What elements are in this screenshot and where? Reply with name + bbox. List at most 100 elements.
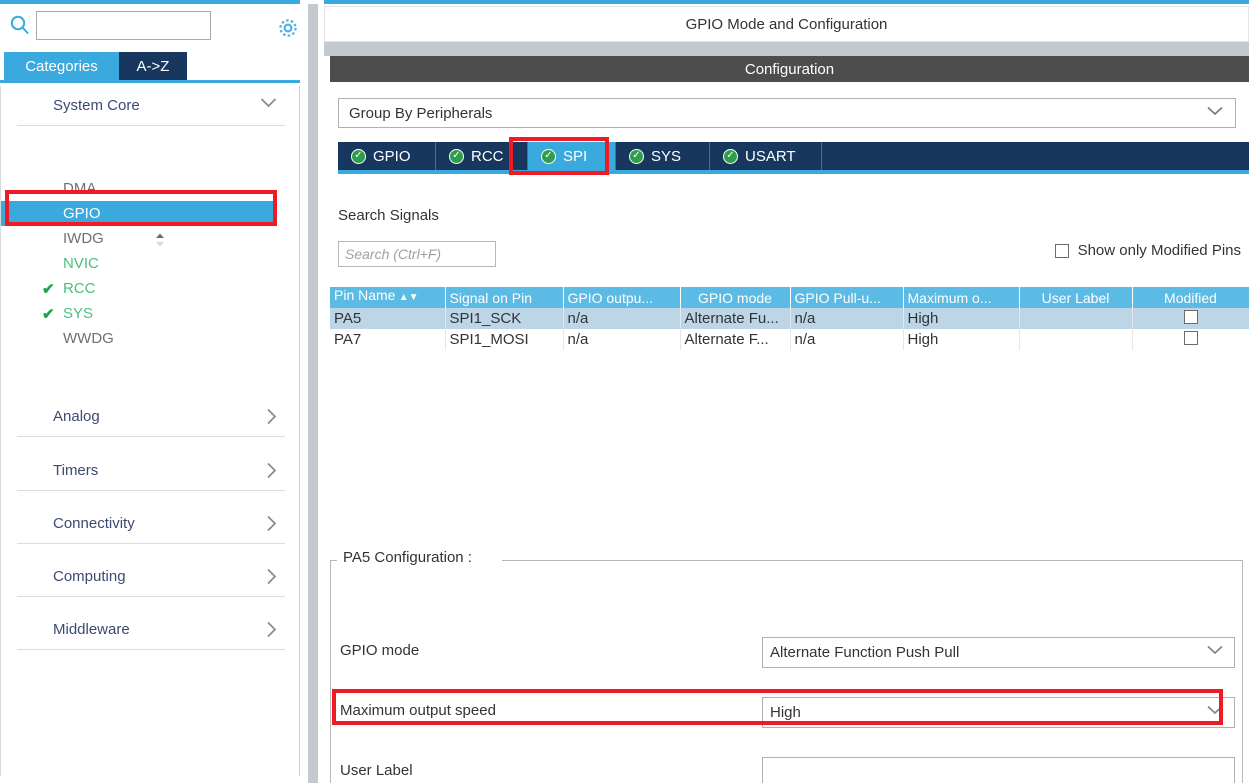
category-header-system-core[interactable]: System Core	[17, 86, 285, 126]
cell-modified[interactable]	[1132, 308, 1249, 329]
peripheral-tab-underline	[338, 170, 1249, 174]
chevron-right-icon	[266, 462, 277, 479]
search-signals-input[interactable]: Search (Ctrl+F)	[338, 241, 496, 267]
cell-maximum-output[interactable]: High	[903, 329, 1020, 350]
chevron-down-icon	[1207, 106, 1223, 116]
check-circle-icon: ✓	[449, 148, 464, 164]
panel-splitter[interactable]	[300, 0, 324, 783]
cell-user-label[interactable]	[1019, 308, 1133, 329]
user-label-input[interactable]	[762, 757, 1235, 783]
cell-user-label[interactable]	[1019, 329, 1133, 350]
chevron-right-icon	[266, 568, 277, 585]
category-system-core: System Core	[1, 86, 301, 126]
check-circle-icon: ✓	[629, 148, 644, 164]
category-timers: Timers	[1, 451, 301, 491]
peripheral-tab-label: SYS	[651, 147, 682, 165]
category-header-middleware[interactable]: Middleware	[17, 610, 285, 650]
cell-gpio-mode[interactable]: Alternate F...	[680, 329, 791, 350]
category-label: System Core	[53, 97, 140, 114]
gear-icon[interactable]	[276, 16, 300, 40]
peripheral-tab-rcc[interactable]: ✓ RCC	[436, 142, 528, 170]
peripheral-tab-sys[interactable]: ✓ SYS	[616, 142, 710, 170]
chevron-down-icon	[1207, 705, 1223, 715]
column-header-maximum-output[interactable]: Maximum o...	[903, 287, 1020, 308]
group-border-left	[331, 560, 337, 561]
sidebar-item-iwdg[interactable]: IWDG	[1, 226, 273, 251]
sidebar-search-input[interactable]	[36, 11, 211, 40]
category-header-connectivity[interactable]: Connectivity	[17, 504, 285, 544]
page-title: GPIO Mode and Configuration	[324, 6, 1249, 42]
config-label-maximum-output-speed: Maximum output speed	[340, 702, 496, 719]
cell-gpio-pull-up[interactable]: n/a	[790, 308, 904, 329]
search-signals-label: Search Signals	[338, 207, 439, 224]
search-icon	[9, 14, 31, 36]
sidebar-item-wwdg[interactable]: WWDG	[1, 326, 273, 351]
cell-gpio-pull-up[interactable]: n/a	[790, 329, 904, 350]
peripheral-tab-gpio[interactable]: ✓ GPIO	[338, 142, 436, 170]
gpio-mode-dropdown[interactable]: Alternate Function Push Pull	[762, 637, 1235, 668]
column-header-modified[interactable]: Modified	[1132, 287, 1249, 308]
sidebar-item-label: DMA	[63, 180, 97, 197]
sidebar-item-dma[interactable]: DMA	[1, 176, 273, 201]
sidebar-item-label: SYS	[63, 305, 94, 322]
category-label: Timers	[53, 462, 99, 479]
splitter-bar[interactable]	[308, 4, 318, 783]
group-by-dropdown[interactable]: Group By Peripherals	[338, 98, 1236, 128]
column-header-pin-name[interactable]: Pin Name ▲▼	[330, 287, 446, 308]
column-header-signal-on-pin[interactable]: Signal on Pin	[445, 287, 564, 308]
sidebar-item-nvic[interactable]: NVIC	[1, 251, 273, 276]
sidebar-item-gpio[interactable]: GPIO	[1, 201, 273, 226]
sidebar-item-sys[interactable]: ✔ SYS	[1, 301, 273, 326]
column-header-user-label[interactable]: User Label	[1019, 287, 1133, 308]
tab-categories[interactable]: Categories	[4, 52, 119, 80]
cell-gpio-mode[interactable]: Alternate Fu...	[680, 308, 791, 329]
sidebar-item-rcc[interactable]: ✔ RCC	[1, 276, 273, 301]
cell-maximum-output[interactable]: High	[903, 308, 1020, 329]
table-row[interactable]: PA5 SPI1_SCK n/a Alternate Fu... n/a Hig…	[330, 308, 1249, 329]
config-row-gpio-mode: GPIO mode Alternate Function Push Pull	[331, 637, 1244, 668]
group-border-right	[502, 560, 1242, 561]
checkbox-icon[interactable]	[1183, 309, 1198, 324]
column-header-gpio-pull-up[interactable]: GPIO Pull-u...	[790, 287, 904, 308]
peripheral-tab-label: USART	[745, 147, 796, 165]
category-header-computing[interactable]: Computing	[17, 557, 285, 597]
category-analog: Analog	[1, 397, 301, 437]
sidebar-search-row	[0, 6, 300, 46]
column-header-gpio-mode[interactable]: GPIO mode	[680, 287, 791, 308]
column-header-gpio-output[interactable]: GPIO outpu...	[563, 287, 681, 308]
chevron-right-icon	[266, 515, 277, 532]
chevron-down-icon	[1207, 645, 1223, 655]
cell-gpio-output[interactable]: n/a	[563, 308, 681, 329]
app-window: Categories A->Z System Core DMA GPIO IWD…	[0, 0, 1249, 783]
sidebar-item-label: NVIC	[63, 255, 99, 272]
cell-pin-name: PA7	[330, 329, 446, 350]
cell-gpio-output[interactable]: n/a	[563, 329, 681, 350]
sort-indicator-icon[interactable]: ▲▼	[399, 287, 419, 308]
checkbox-icon[interactable]	[1054, 243, 1069, 258]
sidebar-panel: Categories A->Z System Core DMA GPIO IWD…	[0, 4, 300, 783]
cell-modified[interactable]	[1132, 329, 1249, 350]
show-modified-pins-label: Show only Modified Pins	[1077, 242, 1241, 259]
column-label: Pin Name	[334, 287, 396, 303]
check-circle-icon: ✓	[351, 148, 366, 164]
tab-a-to-z[interactable]: A->Z	[119, 52, 187, 80]
peripheral-tab-spi[interactable]: ✓ SPI	[528, 142, 616, 170]
config-row-user-label: User Label	[331, 757, 1244, 783]
sidebar-item-label: IWDG	[63, 230, 104, 247]
pin-configuration-group: PA5 Configuration : GPIO mode Alternate …	[330, 549, 1244, 783]
table-row[interactable]: PA7 SPI1_MOSI n/a Alternate F... n/a Hig…	[330, 329, 1249, 350]
pin-configuration-legend: PA5 Configuration :	[339, 549, 476, 566]
sidebar-item-label: WWDG	[63, 330, 114, 347]
maximum-output-speed-dropdown[interactable]: High	[762, 697, 1235, 728]
chevron-right-icon	[266, 408, 277, 425]
cell-signal-on-pin: SPI1_SCK	[445, 308, 564, 329]
show-modified-pins-toggle[interactable]: Show only Modified Pins	[1054, 242, 1241, 259]
peripheral-tab-label: SPI	[563, 147, 588, 165]
category-header-timers[interactable]: Timers	[17, 451, 285, 491]
peripheral-tab-usart[interactable]: ✓ USART	[710, 142, 822, 170]
peripheral-tab-label: GPIO	[373, 147, 411, 165]
category-header-analog[interactable]: Analog	[17, 397, 285, 437]
checkbox-icon[interactable]	[1183, 330, 1198, 345]
cell-pin-name: PA5	[330, 308, 446, 329]
sidebar-tabs: Categories A->Z	[0, 52, 300, 82]
